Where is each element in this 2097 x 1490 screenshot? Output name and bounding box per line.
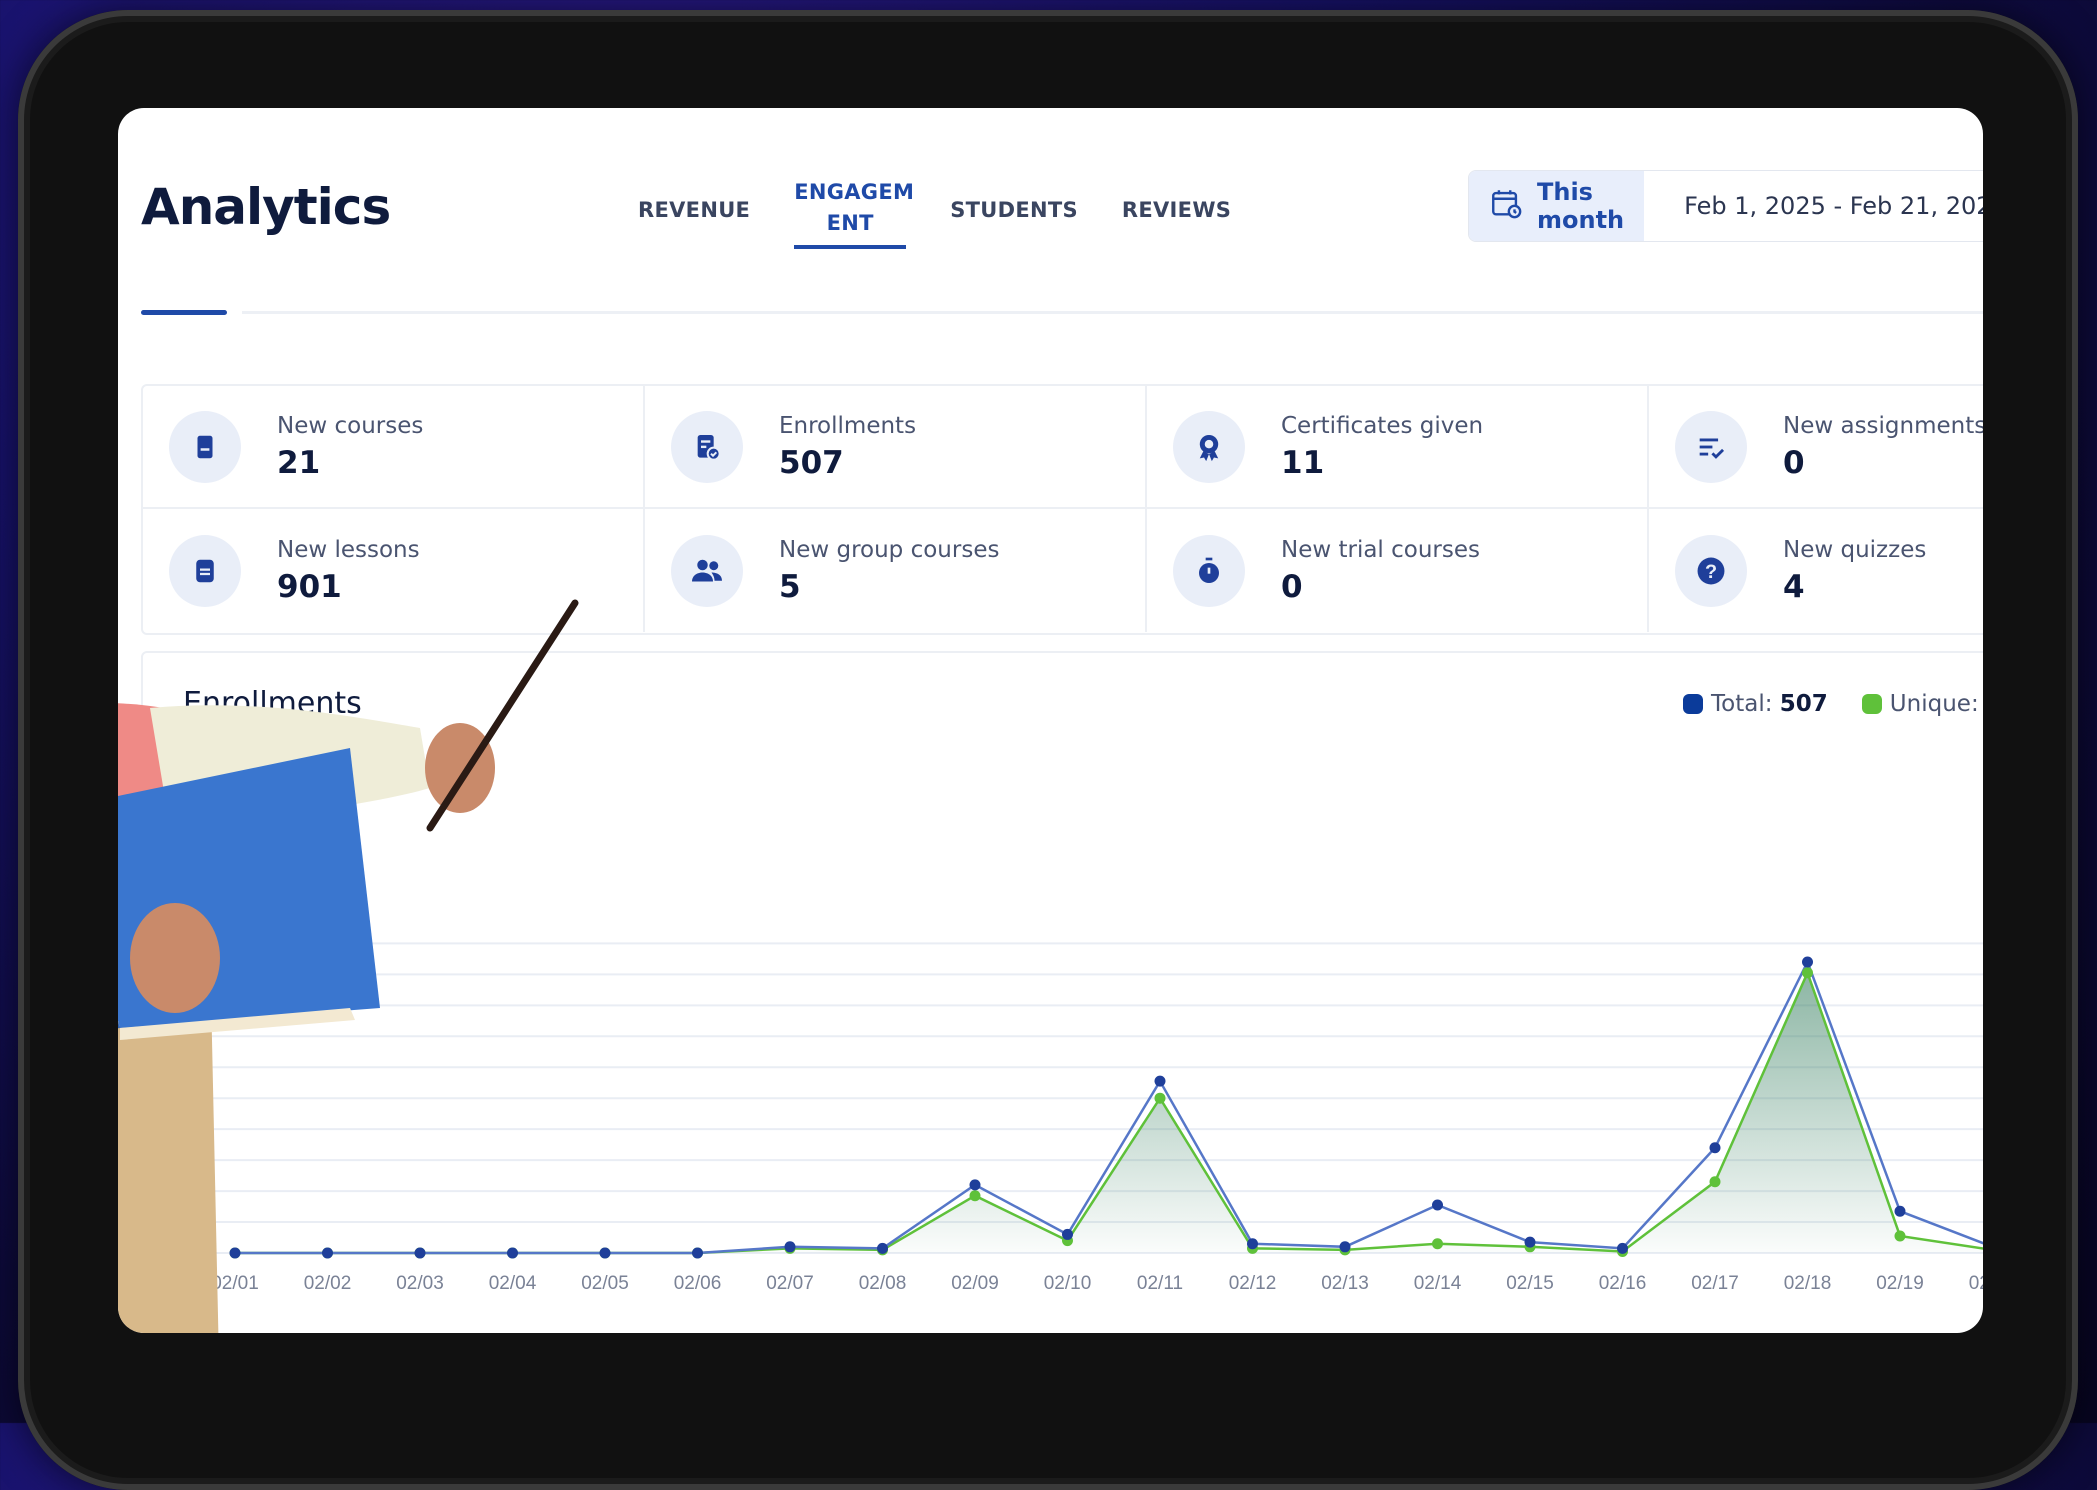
- period-selector: This month Feb 1, 2025 - Feb 21, 2025: [1468, 170, 1983, 242]
- svg-text:?: ?: [1705, 561, 1717, 583]
- certificate-icon: [1173, 410, 1245, 483]
- unique-point: [1802, 967, 1813, 979]
- stat-label: New group courses: [779, 536, 1000, 563]
- x-tick-label: 02/08: [859, 1273, 907, 1294]
- x-tick-label: 02/16: [1599, 1273, 1647, 1294]
- this-month-label: This month: [1537, 178, 1625, 234]
- unique-point: [1432, 1238, 1443, 1250]
- x-tick-label: 02/07: [766, 1273, 814, 1294]
- total-point: [877, 1242, 888, 1254]
- group-icon: [671, 534, 743, 607]
- total-point: [1062, 1228, 1073, 1240]
- total-point: [1709, 1142, 1721, 1154]
- assignment-icon: [1675, 410, 1747, 483]
- total-point: [1339, 1241, 1351, 1253]
- stat-value: 5: [779, 568, 801, 605]
- analytics-screen: Analytics REVENUE ENGAGEM ENT STUDENTS R…: [118, 108, 1983, 1333]
- stat-value: 507: [779, 444, 844, 481]
- total-point: [1617, 1242, 1628, 1254]
- stat-value: 11: [1281, 444, 1325, 481]
- x-tick-label: 02/13: [1321, 1273, 1369, 1294]
- total-point: [1524, 1236, 1536, 1248]
- timer-icon: [1173, 534, 1245, 607]
- total-point: [1154, 1075, 1166, 1087]
- stat-certificates: Certificates given 11: [1147, 386, 1649, 509]
- x-tick-label: 02/09: [951, 1273, 999, 1294]
- stat-value: 4: [1783, 568, 1805, 605]
- tab-revenue[interactable]: REVENUE: [638, 198, 750, 222]
- page-title: Analytics: [141, 178, 391, 236]
- x-tick-label: 02/14: [1414, 1273, 1462, 1294]
- tab-reviews[interactable]: REVIEWS: [1122, 198, 1231, 222]
- question-icon: ?: [1675, 534, 1747, 607]
- divider: [242, 311, 1983, 314]
- x-tick-label: 02/19: [1876, 1273, 1924, 1294]
- calendar-icon: [1489, 186, 1523, 226]
- presenter-illustration: [118, 599, 579, 1333]
- date-range-field[interactable]: Feb 1, 2025 - Feb 21, 2025: [1644, 171, 1983, 241]
- unique-point: [1154, 1092, 1166, 1104]
- tab-engagement-line2: ENT: [826, 211, 874, 235]
- tab-students[interactable]: STUDENTS: [950, 198, 1078, 222]
- total-point: [1894, 1205, 1906, 1217]
- stat-label: New assignments: [1783, 412, 1983, 439]
- stat-label: Certificates given: [1281, 412, 1484, 439]
- x-tick-label: 02/10: [1044, 1273, 1092, 1294]
- unique-point: [969, 1190, 981, 1202]
- stat-new-group-courses: New group courses 5: [645, 509, 1147, 632]
- x-tick-label: 02/15: [1506, 1273, 1554, 1294]
- stat-value: 0: [1281, 568, 1303, 605]
- x-tick-label: 02/20: [1969, 1273, 1983, 1294]
- total-point: [1247, 1238, 1258, 1250]
- total-point: [784, 1241, 796, 1253]
- x-tick-label: 02/06: [674, 1273, 722, 1294]
- this-month-button[interactable]: This month: [1469, 171, 1645, 241]
- stat-value: 0: [1783, 444, 1805, 481]
- x-tick-label: 02/18: [1784, 1273, 1832, 1294]
- tab-engagement-line1: ENGAGEM: [794, 180, 915, 204]
- x-tick-label: 02/12: [1229, 1273, 1277, 1294]
- total-point: [692, 1247, 703, 1259]
- stat-new-trial-courses: New trial courses 0: [1147, 509, 1649, 632]
- stat-label: Enrollments: [779, 412, 917, 439]
- tab-engagement[interactable]: ENGAGEM ENT: [794, 177, 915, 249]
- x-tick-label: 02/11: [1137, 1273, 1183, 1294]
- total-point: [1432, 1199, 1443, 1211]
- tab-bar: REVENUE ENGAGEM ENT STUDENTS REVIEWS: [638, 170, 1231, 250]
- x-tick-label: 02/17: [1691, 1273, 1739, 1294]
- enrollment-icon: [671, 410, 743, 483]
- stat-label: New trial courses: [1281, 536, 1481, 563]
- total-point: [969, 1179, 981, 1191]
- total-point: [1802, 956, 1813, 968]
- unique-point: [1709, 1176, 1721, 1188]
- stat-enrollments: Enrollments 507: [645, 386, 1147, 509]
- stat-new-quizzes: ? New quizzes 4: [1649, 509, 1983, 632]
- section-underline: [141, 310, 227, 315]
- unique-point: [1894, 1230, 1906, 1242]
- stat-label: New quizzes: [1783, 536, 1927, 563]
- stat-new-assignments: New assignments 0: [1649, 386, 1983, 509]
